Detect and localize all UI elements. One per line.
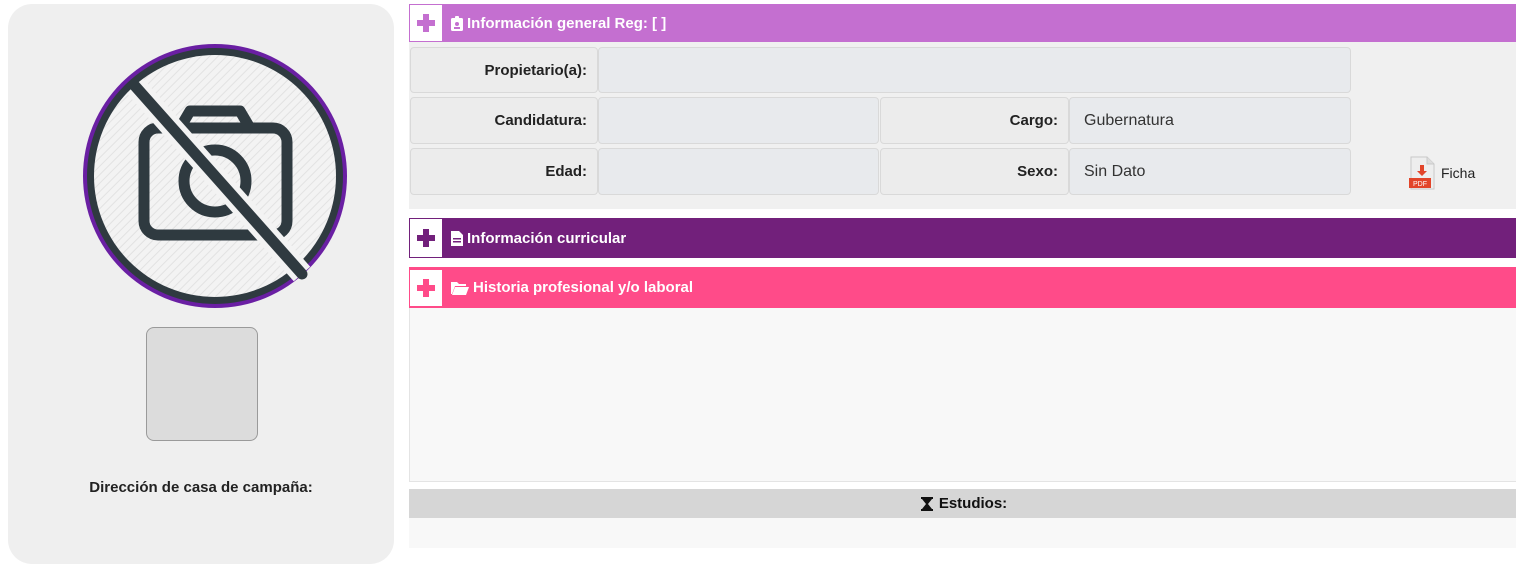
- no-photo-icon: [80, 41, 350, 311]
- plus-icon[interactable]: [410, 5, 442, 41]
- sex-label: Sexo:: [880, 148, 1069, 195]
- pdf-icon: PDF: [1409, 156, 1435, 190]
- file-icon: [451, 230, 463, 246]
- studies-header: Estudios:: [409, 489, 1516, 518]
- studies-title: Estudios:: [938, 495, 1008, 512]
- curricular-section: Información curricular: [409, 218, 1516, 258]
- plus-icon[interactable]: [410, 269, 442, 306]
- studies-content: [409, 518, 1516, 548]
- sex-field[interactable]: Sin Dato: [1069, 148, 1351, 195]
- hourglass-icon: [920, 496, 933, 511]
- general-info-title: Información general Reg: [ ]: [467, 14, 667, 32]
- age-field[interactable]: [598, 148, 879, 195]
- owner-label: Propietario(a):: [410, 47, 598, 93]
- general-info-section: Información general Reg: [ ] Propietario…: [409, 4, 1516, 209]
- profile-sidebar: Dirección de casa de campaña:: [8, 4, 394, 564]
- age-label: Edad:: [410, 148, 598, 195]
- curricular-header[interactable]: Información curricular: [409, 218, 1516, 258]
- ficha-pdf-link[interactable]: PDF Ficha: [1409, 156, 1475, 190]
- candidacy-label: Candidatura:: [410, 97, 598, 144]
- position-field[interactable]: Gubernatura: [1069, 97, 1351, 144]
- general-info-header[interactable]: Información general Reg: [ ]: [409, 4, 1516, 42]
- id-badge-icon: [451, 15, 463, 31]
- position-label: Cargo:: [880, 97, 1069, 144]
- candidacy-field[interactable]: [598, 97, 879, 144]
- work-history-section: Historia profesional y/o laboral: [409, 267, 1516, 482]
- plus-icon[interactable]: [410, 219, 442, 257]
- work-history-title: Historia profesional y/o laboral: [473, 279, 694, 296]
- curricular-title: Información curricular: [467, 229, 627, 247]
- signature-thumbnail: [146, 327, 258, 441]
- ficha-label: Ficha: [1441, 165, 1476, 181]
- owner-field[interactable]: [598, 47, 1351, 93]
- folder-open-icon: [451, 281, 469, 295]
- svg-text:PDF: PDF: [1413, 181, 1427, 188]
- work-history-header[interactable]: Historia profesional y/o laboral: [409, 267, 1516, 308]
- campaign-address-label: Dirección de casa de campaña:: [89, 479, 313, 496]
